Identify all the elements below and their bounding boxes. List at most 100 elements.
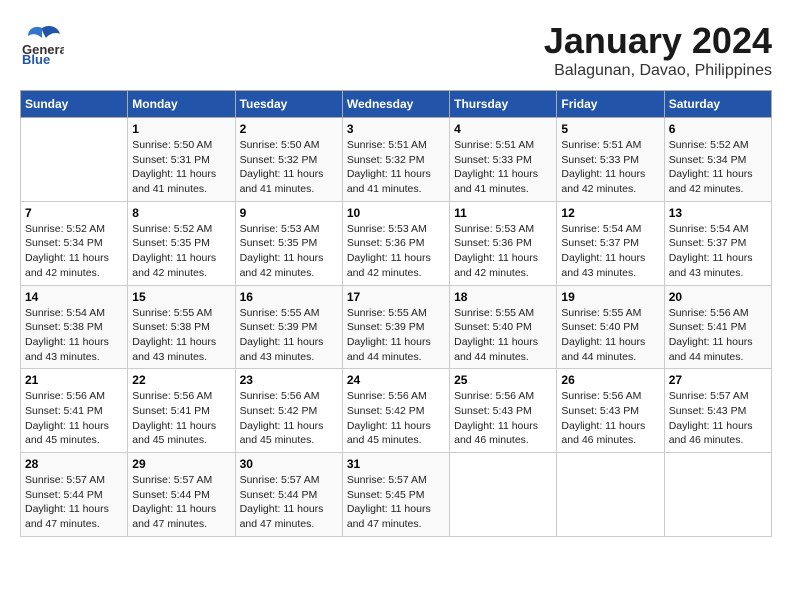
cell-date: 26	[561, 373, 659, 387]
logo: General Blue	[20, 20, 64, 64]
calendar-cell	[450, 453, 557, 537]
cell-date: 14	[25, 290, 123, 304]
cell-info: Sunrise: 5:51 AM Sunset: 5:33 PM Dayligh…	[454, 138, 552, 197]
calendar-table: SundayMondayTuesdayWednesdayThursdayFrid…	[20, 90, 772, 537]
cell-date: 29	[132, 457, 230, 471]
cell-date: 23	[240, 373, 338, 387]
weekday-header-sunday: Sunday	[21, 91, 128, 118]
weekday-header-friday: Friday	[557, 91, 664, 118]
cell-info: Sunrise: 5:55 AM Sunset: 5:39 PM Dayligh…	[347, 306, 445, 365]
cell-info: Sunrise: 5:50 AM Sunset: 5:31 PM Dayligh…	[132, 138, 230, 197]
cell-date: 20	[669, 290, 767, 304]
cell-info: Sunrise: 5:54 AM Sunset: 5:37 PM Dayligh…	[669, 222, 767, 281]
cell-info: Sunrise: 5:52 AM Sunset: 5:35 PM Dayligh…	[132, 222, 230, 281]
cell-info: Sunrise: 5:55 AM Sunset: 5:40 PM Dayligh…	[454, 306, 552, 365]
cell-date: 10	[347, 206, 445, 220]
cell-info: Sunrise: 5:53 AM Sunset: 5:36 PM Dayligh…	[454, 222, 552, 281]
cell-info: Sunrise: 5:57 AM Sunset: 5:44 PM Dayligh…	[25, 473, 123, 532]
cell-info: Sunrise: 5:56 AM Sunset: 5:41 PM Dayligh…	[669, 306, 767, 365]
cell-date: 12	[561, 206, 659, 220]
cell-info: Sunrise: 5:57 AM Sunset: 5:44 PM Dayligh…	[132, 473, 230, 532]
cell-info: Sunrise: 5:51 AM Sunset: 5:33 PM Dayligh…	[561, 138, 659, 197]
cell-date: 11	[454, 206, 552, 220]
cell-date: 28	[25, 457, 123, 471]
cell-date: 18	[454, 290, 552, 304]
calendar-cell: 1 Sunrise: 5:50 AM Sunset: 5:31 PM Dayli…	[128, 118, 235, 202]
cell-info: Sunrise: 5:56 AM Sunset: 5:41 PM Dayligh…	[25, 389, 123, 448]
cell-info: Sunrise: 5:54 AM Sunset: 5:38 PM Dayligh…	[25, 306, 123, 365]
cell-date: 19	[561, 290, 659, 304]
calendar-cell: 24 Sunrise: 5:56 AM Sunset: 5:42 PM Dayl…	[342, 369, 449, 453]
cell-date: 9	[240, 206, 338, 220]
cell-info: Sunrise: 5:56 AM Sunset: 5:43 PM Dayligh…	[454, 389, 552, 448]
cell-info: Sunrise: 5:55 AM Sunset: 5:38 PM Dayligh…	[132, 306, 230, 365]
weekday-header-row: SundayMondayTuesdayWednesdayThursdayFrid…	[21, 91, 772, 118]
calendar-cell	[664, 453, 771, 537]
calendar-cell: 6 Sunrise: 5:52 AM Sunset: 5:34 PM Dayli…	[664, 118, 771, 202]
cell-date: 2	[240, 122, 338, 136]
weekday-header-wednesday: Wednesday	[342, 91, 449, 118]
svg-text:Blue: Blue	[22, 52, 50, 64]
calendar-cell	[21, 118, 128, 202]
weekday-header-monday: Monday	[128, 91, 235, 118]
calendar-cell: 7 Sunrise: 5:52 AM Sunset: 5:34 PM Dayli…	[21, 201, 128, 285]
logo-icon: General Blue	[20, 20, 64, 64]
calendar-cell: 20 Sunrise: 5:56 AM Sunset: 5:41 PM Dayl…	[664, 285, 771, 369]
calendar-cell: 2 Sunrise: 5:50 AM Sunset: 5:32 PM Dayli…	[235, 118, 342, 202]
cell-date: 22	[132, 373, 230, 387]
calendar-cell: 11 Sunrise: 5:53 AM Sunset: 5:36 PM Dayl…	[450, 201, 557, 285]
page-subtitle: Balagunan, Davao, Philippines	[544, 62, 772, 80]
calendar-cell: 26 Sunrise: 5:56 AM Sunset: 5:43 PM Dayl…	[557, 369, 664, 453]
cell-date: 31	[347, 457, 445, 471]
cell-info: Sunrise: 5:56 AM Sunset: 5:41 PM Dayligh…	[132, 389, 230, 448]
cell-info: Sunrise: 5:55 AM Sunset: 5:39 PM Dayligh…	[240, 306, 338, 365]
calendar-cell: 9 Sunrise: 5:53 AM Sunset: 5:35 PM Dayli…	[235, 201, 342, 285]
cell-info: Sunrise: 5:57 AM Sunset: 5:45 PM Dayligh…	[347, 473, 445, 532]
calendar-cell: 29 Sunrise: 5:57 AM Sunset: 5:44 PM Dayl…	[128, 453, 235, 537]
calendar-cell: 18 Sunrise: 5:55 AM Sunset: 5:40 PM Dayl…	[450, 285, 557, 369]
cell-info: Sunrise: 5:52 AM Sunset: 5:34 PM Dayligh…	[669, 138, 767, 197]
calendar-cell: 21 Sunrise: 5:56 AM Sunset: 5:41 PM Dayl…	[21, 369, 128, 453]
page-title: January 2024	[544, 20, 772, 62]
calendar-cell: 16 Sunrise: 5:55 AM Sunset: 5:39 PM Dayl…	[235, 285, 342, 369]
calendar-cell: 30 Sunrise: 5:57 AM Sunset: 5:44 PM Dayl…	[235, 453, 342, 537]
cell-info: Sunrise: 5:53 AM Sunset: 5:36 PM Dayligh…	[347, 222, 445, 281]
cell-info: Sunrise: 5:56 AM Sunset: 5:42 PM Dayligh…	[240, 389, 338, 448]
calendar-cell: 14 Sunrise: 5:54 AM Sunset: 5:38 PM Dayl…	[21, 285, 128, 369]
calendar-cell: 19 Sunrise: 5:55 AM Sunset: 5:40 PM Dayl…	[557, 285, 664, 369]
week-row-1: 7 Sunrise: 5:52 AM Sunset: 5:34 PM Dayli…	[21, 201, 772, 285]
calendar-cell: 12 Sunrise: 5:54 AM Sunset: 5:37 PM Dayl…	[557, 201, 664, 285]
cell-date: 3	[347, 122, 445, 136]
cell-date: 6	[669, 122, 767, 136]
cell-info: Sunrise: 5:55 AM Sunset: 5:40 PM Dayligh…	[561, 306, 659, 365]
calendar-cell: 23 Sunrise: 5:56 AM Sunset: 5:42 PM Dayl…	[235, 369, 342, 453]
week-row-2: 14 Sunrise: 5:54 AM Sunset: 5:38 PM Dayl…	[21, 285, 772, 369]
cell-date: 17	[347, 290, 445, 304]
cell-date: 30	[240, 457, 338, 471]
weekday-header-saturday: Saturday	[664, 91, 771, 118]
cell-date: 25	[454, 373, 552, 387]
week-row-0: 1 Sunrise: 5:50 AM Sunset: 5:31 PM Dayli…	[21, 118, 772, 202]
cell-info: Sunrise: 5:52 AM Sunset: 5:34 PM Dayligh…	[25, 222, 123, 281]
cell-date: 4	[454, 122, 552, 136]
calendar-cell: 27 Sunrise: 5:57 AM Sunset: 5:43 PM Dayl…	[664, 369, 771, 453]
cell-date: 16	[240, 290, 338, 304]
cell-info: Sunrise: 5:57 AM Sunset: 5:44 PM Dayligh…	[240, 473, 338, 532]
cell-date: 1	[132, 122, 230, 136]
page-header: General Blue January 2024 Balagunan, Dav…	[20, 20, 772, 80]
calendar-cell: 4 Sunrise: 5:51 AM Sunset: 5:33 PM Dayli…	[450, 118, 557, 202]
cell-info: Sunrise: 5:53 AM Sunset: 5:35 PM Dayligh…	[240, 222, 338, 281]
cell-date: 27	[669, 373, 767, 387]
week-row-4: 28 Sunrise: 5:57 AM Sunset: 5:44 PM Dayl…	[21, 453, 772, 537]
cell-info: Sunrise: 5:56 AM Sunset: 5:43 PM Dayligh…	[561, 389, 659, 448]
calendar-cell: 31 Sunrise: 5:57 AM Sunset: 5:45 PM Dayl…	[342, 453, 449, 537]
cell-info: Sunrise: 5:57 AM Sunset: 5:43 PM Dayligh…	[669, 389, 767, 448]
cell-info: Sunrise: 5:51 AM Sunset: 5:32 PM Dayligh…	[347, 138, 445, 197]
cell-info: Sunrise: 5:56 AM Sunset: 5:42 PM Dayligh…	[347, 389, 445, 448]
cell-date: 7	[25, 206, 123, 220]
weekday-header-thursday: Thursday	[450, 91, 557, 118]
cell-date: 24	[347, 373, 445, 387]
week-row-3: 21 Sunrise: 5:56 AM Sunset: 5:41 PM Dayl…	[21, 369, 772, 453]
calendar-cell: 25 Sunrise: 5:56 AM Sunset: 5:43 PM Dayl…	[450, 369, 557, 453]
calendar-cell	[557, 453, 664, 537]
